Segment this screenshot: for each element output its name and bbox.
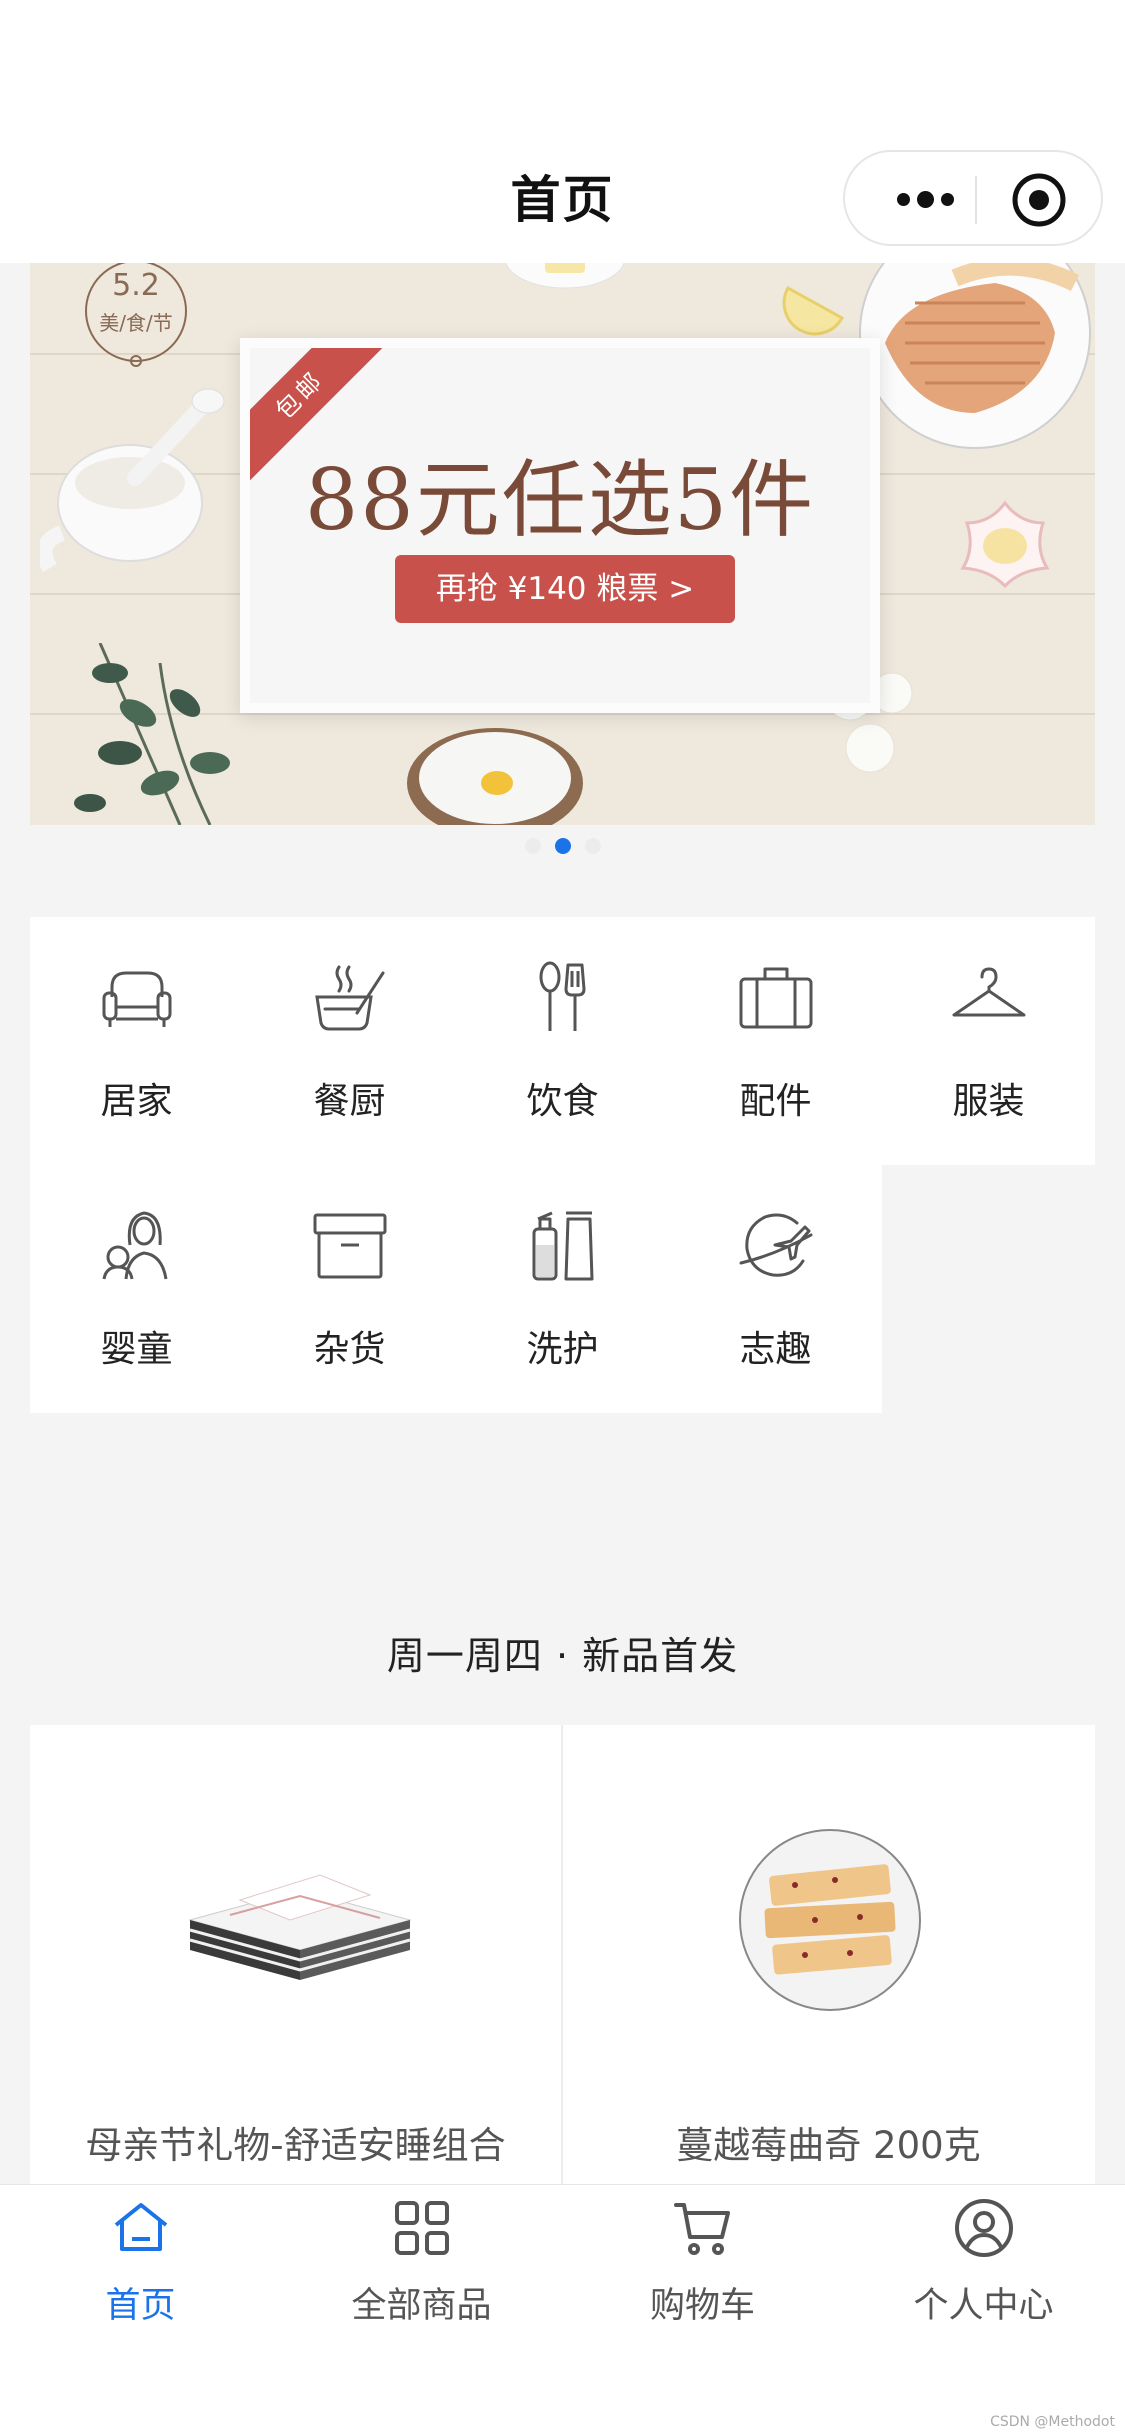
butter-dish-image: [505, 263, 625, 289]
mother-child-icon: [102, 1211, 168, 1280]
stamp-number: 5.2: [112, 268, 160, 303]
category-item-food[interactable]: 饮食: [456, 917, 669, 1165]
category-label: 居家: [100, 1081, 173, 1122]
tab-label: 个人中心: [913, 2286, 1054, 2326]
category-label: 服装: [952, 1081, 1025, 1122]
category-label: 餐厨: [313, 1081, 386, 1122]
product-grid: 母亲节礼物-舒适安睡组合 蔓越莓曲奇 200克: [30, 1725, 1095, 2185]
target-circle-icon[interactable]: [1011, 172, 1067, 228]
category-item-accessories[interactable]: 配件: [669, 917, 882, 1165]
sofa-icon: [102, 971, 172, 1027]
product-card[interactable]: 蔓越莓曲奇 200克: [563, 1725, 1094, 2185]
carousel-dot[interactable]: [524, 838, 541, 854]
flower-dish-image: [960, 500, 1050, 588]
category-label: 杂货: [313, 1329, 386, 1370]
home-icon: [114, 2203, 168, 2251]
category-item-baby[interactable]: 婴童: [30, 1165, 243, 1413]
flour-bowl-image: [407, 728, 583, 825]
capsule-divider: [975, 176, 977, 224]
toiletries-icon: [532, 1211, 594, 1281]
storage-box-icon: [313, 1213, 387, 1279]
category-label: 婴童: [100, 1329, 173, 1370]
more-dots-icon[interactable]: [880, 174, 970, 224]
promo-card: 包邮 88元任选5件 再抢 ¥140 粮票 >: [240, 338, 880, 713]
tab-home[interactable]: 首页: [0, 2185, 281, 2365]
cart-icon: [674, 2203, 730, 2255]
grid-icon: [395, 2201, 449, 2255]
tab-label: 首页: [105, 2286, 176, 2326]
category-item-care[interactable]: 洗护: [456, 1165, 669, 1413]
tab-profile[interactable]: 个人中心: [843, 2185, 1124, 2365]
festival-stamp: 5.2 美/食/节: [85, 263, 187, 367]
category-label: 志趣: [739, 1329, 812, 1370]
tab-bar: 首页 全部商品 购物车 个人中心 CSDN @Methodot: [0, 2184, 1125, 2436]
section-title: 周一周四 · 新品首发: [386, 1634, 739, 1678]
mattress-image: [188, 1874, 412, 1980]
navigation-bar: 首页: [0, 0, 1125, 263]
category-label: 配件: [739, 1081, 812, 1122]
carousel-dot-active[interactable]: [554, 838, 571, 854]
eucalyptus-branch-image: [74, 643, 230, 825]
coupon-cta-button[interactable]: 再抢 ¥140 粮票 >: [395, 555, 735, 623]
tab-all-products[interactable]: 全部商品: [281, 2185, 562, 2365]
carousel-dot[interactable]: [584, 838, 601, 854]
carousel-indicators: [0, 838, 1125, 854]
mini-program-capsule: [843, 150, 1103, 246]
promo-headline: 88元任选5件: [304, 451, 816, 549]
utensils-icon: [539, 961, 586, 1031]
promo-banner[interactable]: 5.2 美/食/节 包邮 88元任选5件 再抢 ¥140 粮票 >: [30, 263, 1095, 825]
milk-jug-image: [40, 388, 225, 573]
grilled-fish-plate-image: [859, 263, 1091, 449]
lemon-slice-image: [782, 285, 845, 336]
tab-label: 全部商品: [351, 2286, 492, 2326]
hanger-icon: [952, 967, 1026, 1017]
tab-cart[interactable]: 购物车: [562, 2185, 843, 2365]
watermark: CSDN @Methodot: [990, 2414, 1115, 2430]
tab-label: 购物车: [649, 2286, 755, 2326]
product-name: 母亲节礼物-舒适安睡组合: [85, 2124, 506, 2167]
suitcase-icon: [739, 967, 813, 1029]
home-page: 首页 5.2 美/食/节 包邮 88元任选5件 再抢 ¥140 粮票 > 居家 …: [0, 0, 1125, 2436]
user-icon: [955, 2199, 1013, 2257]
stamp-text: 美/食/节: [99, 311, 172, 335]
category-label: 饮食: [526, 1081, 599, 1122]
category-item-clothing[interactable]: 服装: [882, 917, 1095, 1165]
globe-plane-icon: [739, 1213, 813, 1277]
category-item-goods[interactable]: 杂货: [243, 1165, 456, 1413]
category-item-kitchen[interactable]: 餐厨: [243, 917, 456, 1165]
category-label: 洗护: [526, 1329, 599, 1370]
cookware-icon: [315, 965, 385, 1031]
category-item-home[interactable]: 居家: [30, 917, 243, 1165]
cookie-plate-image: [739, 1829, 921, 2011]
product-card[interactable]: 母亲节礼物-舒适安睡组合: [30, 1725, 561, 2185]
product-name: 蔓越莓曲奇 200克: [676, 2124, 981, 2167]
category-item-interests[interactable]: 志趣: [669, 1165, 882, 1413]
